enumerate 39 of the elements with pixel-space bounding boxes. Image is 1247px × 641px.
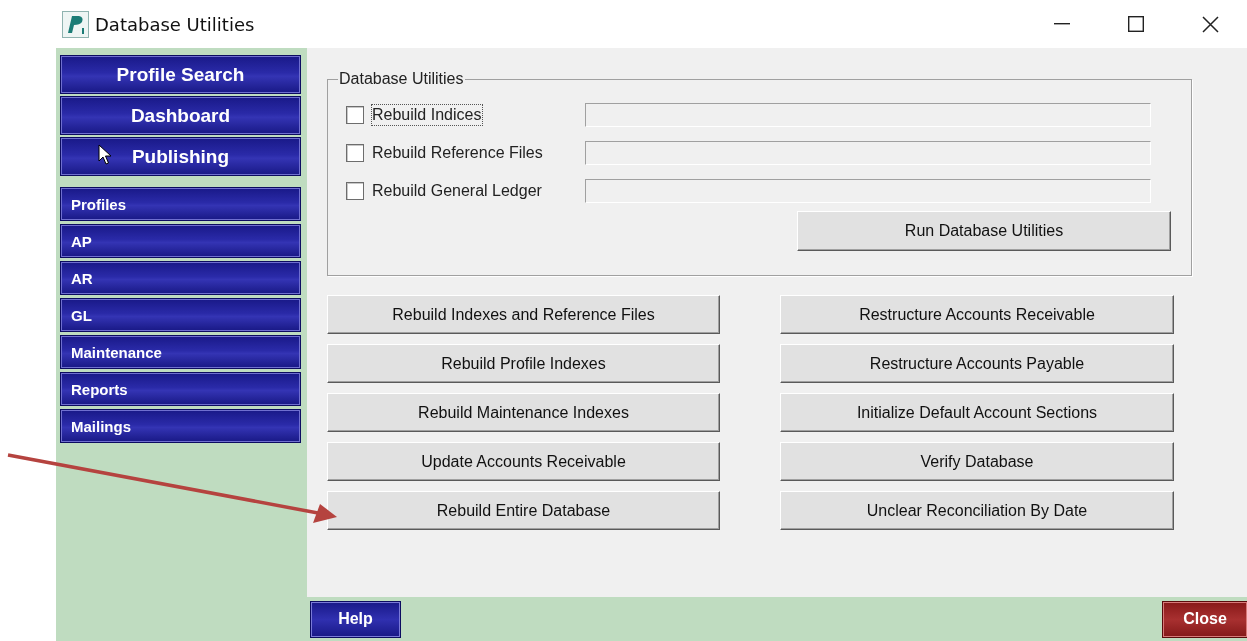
checkbox-label[interactable]: Rebuild Indices (371, 104, 484, 126)
module-button[interactable]: AR (61, 262, 300, 294)
input-field[interactable] (585, 179, 1151, 203)
module-button[interactable]: Reports (61, 373, 300, 405)
run-button[interactable]: Run Database Utilities (797, 211, 1171, 251)
checkbox[interactable] (346, 182, 364, 200)
action-button[interactable]: Rebuild Maintenance Indexes (327, 393, 720, 432)
group-title: Database Utilities (338, 70, 465, 88)
action-button[interactable]: Verify Database (780, 442, 1174, 481)
checkbox[interactable] (346, 144, 364, 162)
nav-button[interactable]: Profile Search (61, 56, 300, 93)
app-icon (62, 10, 89, 38)
checkbox-label[interactable]: Rebuild Reference Files (371, 142, 584, 164)
action-button[interactable]: Restructure Accounts Payable (780, 344, 1174, 383)
checkbox-label[interactable]: Rebuild General Ledger (371, 180, 584, 202)
close-icon[interactable] (1201, 15, 1219, 33)
input-field[interactable] (585, 103, 1151, 127)
checkbox[interactable] (346, 106, 364, 124)
nav-button[interactable]: Publishing (61, 138, 300, 175)
close-button[interactable]: Close (1163, 601, 1247, 637)
module-button[interactable]: GL (61, 299, 300, 331)
module-button[interactable]: Mailings (61, 410, 300, 442)
module-button[interactable]: Maintenance (61, 336, 300, 368)
nav-button[interactable]: Dashboard (61, 97, 300, 134)
action-button[interactable]: Rebuild Profile Indexes (327, 344, 720, 383)
action-button[interactable]: Restructure Accounts Receivable (780, 295, 1174, 334)
action-button[interactable]: Rebuild Indexes and Reference Files (327, 295, 720, 334)
action-button[interactable]: Rebuild Entire Database (327, 491, 720, 530)
maximize-icon[interactable] (1128, 16, 1144, 32)
cursor-icon (98, 144, 112, 165)
help-button[interactable]: Help (311, 601, 400, 637)
module-button[interactable]: Profiles (61, 188, 300, 220)
minimize-icon[interactable] (1054, 23, 1070, 25)
action-button[interactable]: Update Accounts Receivable (327, 442, 720, 481)
module-button[interactable]: AP (61, 225, 300, 257)
window-title: Database Utilities (95, 13, 255, 35)
action-button[interactable]: Initialize Default Account Sections (780, 393, 1174, 432)
input-field[interactable] (585, 141, 1151, 165)
action-button[interactable]: Unclear Reconciliation By Date (780, 491, 1174, 530)
